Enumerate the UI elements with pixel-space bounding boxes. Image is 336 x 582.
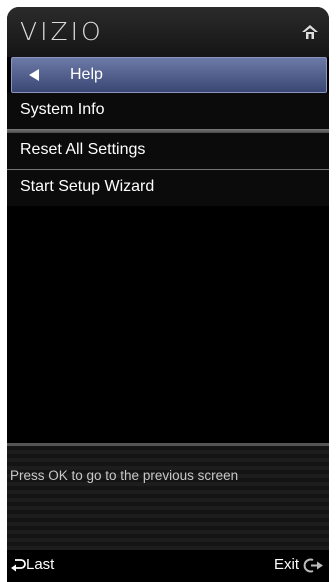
vizio-logo: VIZIO <box>20 17 104 46</box>
exit-icon[interactable] <box>303 557 323 574</box>
menu-item-label: Reset All Settings <box>20 141 146 158</box>
return-arrow-icon[interactable] <box>10 558 26 572</box>
exit-button[interactable]: Exit <box>274 556 299 573</box>
menu-panel: VIZIO Help System Info Reset All Setting… <box>7 7 329 582</box>
header-bar: VIZIO <box>7 7 329 57</box>
help-nav-bar[interactable]: Help <box>11 57 327 93</box>
nav-title: Help <box>70 66 103 83</box>
menu-item-reset-all-settings[interactable]: Reset All Settings <box>7 133 329 169</box>
hint-text: Press OK to go to the previous screen <box>10 468 239 483</box>
last-button[interactable]: Last <box>26 556 54 573</box>
home-icon[interactable] <box>301 23 319 41</box>
back-arrow-icon[interactable] <box>29 69 39 81</box>
menu-item-label: System Info <box>20 101 105 118</box>
menu-item-label: Start Setup Wizard <box>20 178 155 195</box>
menu-item-system-info[interactable]: System Info <box>7 93 329 129</box>
footer-bar: Last Exit <box>7 550 329 582</box>
menu-item-start-setup-wizard[interactable]: Start Setup Wizard <box>7 170 329 206</box>
hint-area: Press OK to go to the previous screen <box>7 446 329 550</box>
